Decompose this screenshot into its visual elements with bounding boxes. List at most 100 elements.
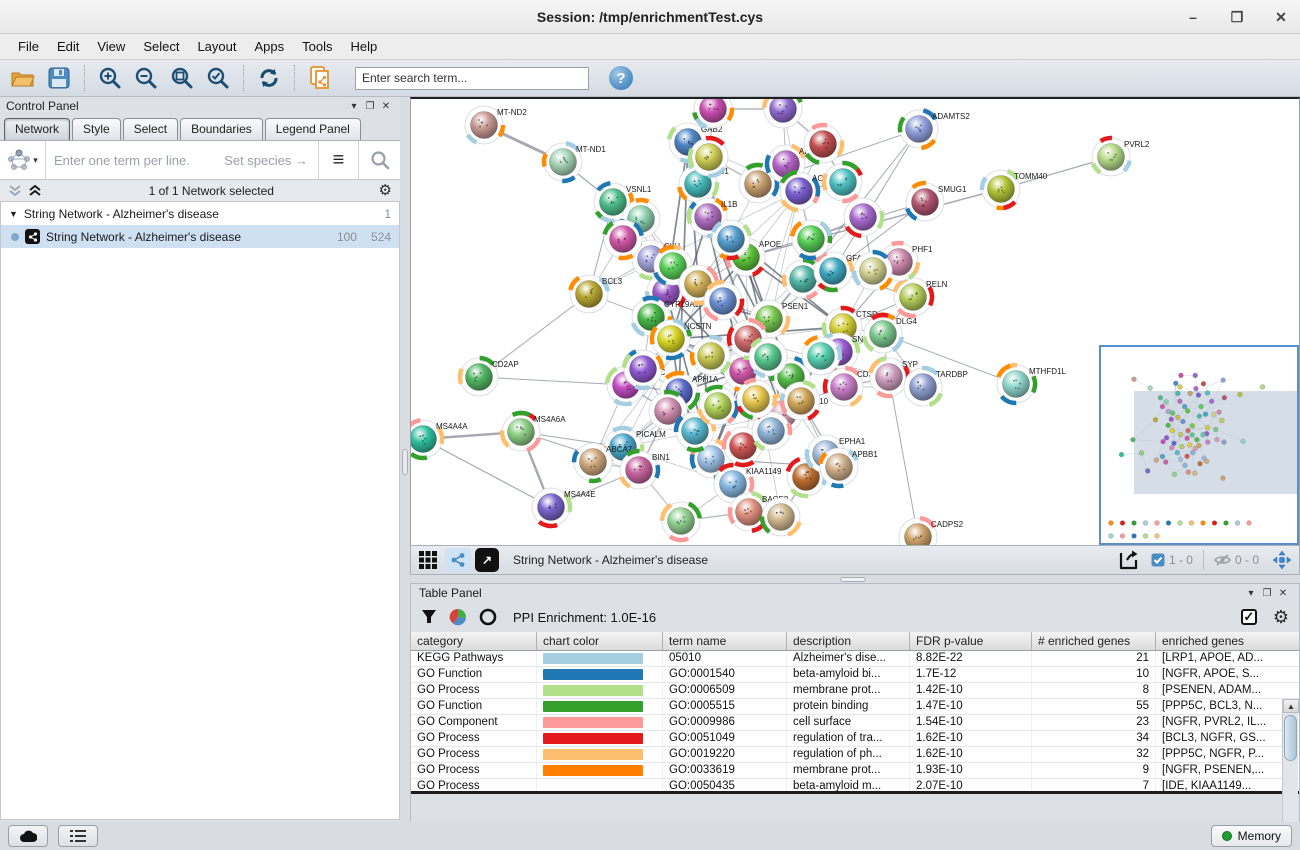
float-panel-icon[interactable]: ❐ <box>362 101 378 112</box>
table-row[interactable]: GO ProcessGO:0006509membrane prot...1.42… <box>411 683 1299 699</box>
hamburger-icon: ≡ <box>333 149 345 172</box>
zoom-selected-button[interactable] <box>203 64 233 92</box>
column-header-FDR-p-value[interactable]: FDR p-value <box>910 632 1032 650</box>
birdseye-view[interactable] <box>1099 345 1299 545</box>
table-row[interactable]: GO ProcessGO:0050435beta-amyloid m...2.0… <box>411 779 1299 794</box>
help-button[interactable]: ? <box>609 66 633 90</box>
tab-legend-panel[interactable]: Legend Panel <box>265 118 361 140</box>
birdseye-viewport[interactable] <box>1134 391 1297 494</box>
zoom-out-button[interactable] <box>131 64 161 92</box>
menu-help[interactable]: Help <box>343 36 386 57</box>
tree-row-root[interactable]: ▼ String Network - Alzheimer's disease 1 <box>1 202 399 225</box>
refresh-button[interactable] <box>254 64 284 92</box>
settings-gear-icon[interactable]: ⚙ <box>1273 608 1289 626</box>
string-logo-dropdown[interactable]: ▾ <box>0 141 46 179</box>
protein-node-cd2ap[interactable]: CD2AP <box>454 352 518 401</box>
caret-down-icon[interactable]: ▼ <box>9 209 18 219</box>
panel-menu-icon[interactable]: ▾ <box>346 101 362 112</box>
close-button[interactable]: ✕ <box>1270 6 1292 28</box>
table-row[interactable]: GO ProcessGO:0051049regulation of tra...… <box>411 731 1299 747</box>
close-panel-icon[interactable]: ✕ <box>378 101 394 112</box>
column-header-enriched-genes[interactable]: enriched genes <box>1156 632 1283 650</box>
protein-node-smug1[interactable]: SMUG1 <box>898 175 967 229</box>
menu-view[interactable]: View <box>89 36 133 57</box>
menu-select[interactable]: Select <box>135 36 187 57</box>
grid-view-button[interactable] <box>415 548 441 572</box>
maximize-button[interactable]: ❐ <box>1226 6 1248 28</box>
tab-network[interactable]: Network <box>4 118 70 140</box>
table-row[interactable]: GO FunctionGO:0005515protein binding1.47… <box>411 699 1299 715</box>
cell-term-name: GO:0001540 <box>663 667 787 682</box>
zoom-in-button[interactable] <box>95 64 125 92</box>
divider-grip[interactable] <box>402 449 408 475</box>
divider-grip[interactable] <box>840 577 866 582</box>
table-row[interactable]: GO ProcessGO:0019220regulation of ph...1… <box>411 747 1299 763</box>
menu-edit[interactable]: Edit <box>49 36 87 57</box>
copy-network-button[interactable] <box>305 64 335 92</box>
menu-file[interactable]: File <box>10 36 47 57</box>
task-list-button[interactable] <box>58 825 98 847</box>
table-row[interactable]: GO ComponentGO:0009986cell surface1.54E-… <box>411 715 1299 731</box>
search-input[interactable] <box>355 67 589 90</box>
tree-row-network[interactable]: String Network - Alzheimer's disease 100… <box>1 225 399 248</box>
protein-node-mthfd1l[interactable]: MTHFD1L <box>989 357 1066 411</box>
menu-tools[interactable]: Tools <box>294 36 340 57</box>
panel-menu-icon[interactable]: ▾ <box>1243 588 1259 599</box>
gear-icon[interactable]: ⚙ <box>379 183 392 198</box>
protein-node-bcl3[interactable]: BCL3 <box>563 268 623 321</box>
minimize-button[interactable]: – <box>1182 6 1204 28</box>
close-panel-icon[interactable]: ✕ <box>1275 588 1291 599</box>
protein-node-ms4a4a[interactable]: MS4A4A <box>411 413 468 466</box>
horizontal-divider[interactable] <box>410 575 1300 583</box>
table-scrollbar[interactable]: ▲ ▼ <box>1282 699 1298 842</box>
string-options-button[interactable]: ≡ <box>318 141 358 179</box>
cell-term-name: GO:0019220 <box>663 747 787 762</box>
panel-divider[interactable] <box>400 97 410 822</box>
protein-node[interactable] <box>656 496 706 545</box>
ring-chart-icon[interactable] <box>479 608 497 626</box>
open-session-button[interactable] <box>8 64 38 92</box>
protein-node-ms4a6a[interactable]: MS4A6A <box>494 405 566 459</box>
tab-style[interactable]: Style <box>72 118 121 140</box>
column-header---enriched-genes[interactable]: # enriched genes <box>1032 632 1156 650</box>
column-header-category[interactable]: category <box>411 632 537 650</box>
network-canvas[interactable]: MT-ND2MT-ND1VSNL1CD2APMS4A4AMS4A6AMS4A4E… <box>410 97 1300 545</box>
pie-chart-icon[interactable] <box>449 608 467 626</box>
birdseye-toggle-button[interactable] <box>1269 548 1295 572</box>
column-header-term-name[interactable]: term name <box>663 632 787 650</box>
float-panel-icon[interactable]: ❐ <box>1259 588 1275 599</box>
save-session-button[interactable] <box>44 64 74 92</box>
scrollbar-thumb[interactable] <box>1284 715 1297 761</box>
table-row[interactable]: KEGG Pathways05010Alzheimer's dise...8.8… <box>411 651 1299 667</box>
table-row[interactable]: GO FunctionGO:0001540beta-amyloid bi...1… <box>411 667 1299 683</box>
scroll-up-icon[interactable]: ▲ <box>1283 699 1299 713</box>
string-view-button[interactable] <box>445 548 471 572</box>
protein-node-mt-nd2[interactable]: MT-ND2 <box>459 100 527 150</box>
protein-node-mt-nd1[interactable]: MT-ND1 <box>536 135 606 188</box>
task-history-button[interactable] <box>8 825 48 847</box>
protein-node[interactable] <box>758 99 809 134</box>
table-row[interactable]: GO ProcessGO:0033619membrane prot...1.93… <box>411 763 1299 779</box>
cell-category: GO Process <box>411 747 537 762</box>
column-header-description[interactable]: description <box>787 632 910 650</box>
open-in-browser-button[interactable]: ↗ <box>475 548 499 572</box>
zoom-fit-button[interactable] <box>167 64 197 92</box>
string-search-button[interactable] <box>358 141 400 179</box>
filter-icon[interactable] <box>421 609 437 625</box>
protein-node-pvrl2[interactable]: PVRL2 <box>1085 131 1150 184</box>
protein-node-ms4a4e[interactable]: MS4A4E <box>524 480 595 534</box>
memory-button[interactable]: Memory <box>1211 825 1292 847</box>
column-header-chart-color[interactable]: chart color <box>537 632 663 650</box>
menu-layout[interactable]: Layout <box>189 36 244 57</box>
export-network-button[interactable] <box>1115 548 1141 572</box>
protein-node-cadps2[interactable]: CADPS2 <box>892 511 963 545</box>
tab-select[interactable]: Select <box>123 118 178 140</box>
string-query-input[interactable] <box>46 141 318 179</box>
collapse-all-icon[interactable] <box>8 184 24 198</box>
menu-apps[interactable]: Apps <box>247 36 293 57</box>
select-terms-checkbox[interactable]: ✓ <box>1241 609 1257 625</box>
protein-node-tomm40[interactable]: TOMM40 <box>974 162 1048 216</box>
tab-boundaries[interactable]: Boundaries <box>180 118 263 140</box>
expand-all-icon[interactable] <box>28 184 44 198</box>
toolbar-separator <box>243 65 244 91</box>
